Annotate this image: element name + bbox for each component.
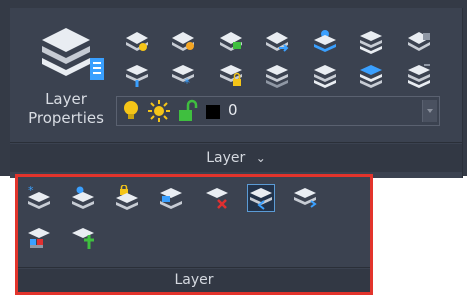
bulb-on-icon[interactable] <box>121 99 141 123</box>
layer-color-swatch <box>206 105 220 119</box>
chevron-down-icon[interactable] <box>422 100 437 122</box>
layer-lock-all-icon[interactable] <box>114 185 140 211</box>
layer-add-icon[interactable] <box>70 225 96 251</box>
ribbon: Layer Properties * 0 Layer ⌄ <box>0 0 467 178</box>
layer-panel-flyout: * Layer <box>15 174 373 295</box>
layer-current-icon[interactable] <box>312 28 338 54</box>
layer-state-icon[interactable] <box>124 28 150 54</box>
layer-new-icon[interactable]: * <box>26 185 52 211</box>
sun-icon[interactable] <box>147 99 171 123</box>
flyout-divider <box>18 267 370 268</box>
flyout-title: Layer <box>18 269 370 292</box>
layer-panel: Layer Properties * 0 Layer ⌄ <box>10 8 463 178</box>
layer-properties-icon <box>38 22 110 84</box>
layer-delete-icon[interactable] <box>204 185 230 211</box>
panel-title-label: Layer <box>206 150 246 166</box>
layer-thaw-icon[interactable] <box>264 62 290 88</box>
layer-freeze-icon[interactable]: * <box>170 62 196 88</box>
layer-walk-icon[interactable] <box>264 28 290 54</box>
layer-isolate-icon[interactable] <box>218 28 244 54</box>
layer-change-icon[interactable] <box>406 62 432 88</box>
layer-panel-title[interactable]: Layer ⌄ <box>10 144 462 172</box>
layer-move-icon[interactable] <box>158 185 184 211</box>
layer-color-icon[interactable] <box>26 225 52 251</box>
layer-properties-label: Layer Properties <box>28 90 104 127</box>
layer-merge-icon[interactable] <box>406 28 432 54</box>
layer-settings-icon[interactable] <box>170 28 196 54</box>
expand-chevron-icon: ⌄ <box>255 151 266 165</box>
current-layer-name: 0 <box>228 101 238 119</box>
layer-walk-pin-icon[interactable] <box>70 185 96 211</box>
layer-copy-icon[interactable] <box>358 62 384 88</box>
layer-translate-icon[interactable] <box>292 185 318 211</box>
layer-dropdown[interactable]: 0 <box>116 96 440 126</box>
flyout-title-label: Layer <box>174 272 214 288</box>
unlock-icon[interactable] <box>177 99 199 123</box>
layer-match-icon[interactable] <box>358 28 384 54</box>
panel-divider <box>10 142 462 143</box>
layer-lock-icon[interactable] <box>218 62 244 88</box>
layer-previous-icon[interactable] <box>312 62 338 88</box>
layer-merge-active-icon[interactable] <box>247 184 275 212</box>
svg-text:*: * <box>184 76 190 88</box>
layer-unisolate-icon[interactable] <box>124 62 150 88</box>
